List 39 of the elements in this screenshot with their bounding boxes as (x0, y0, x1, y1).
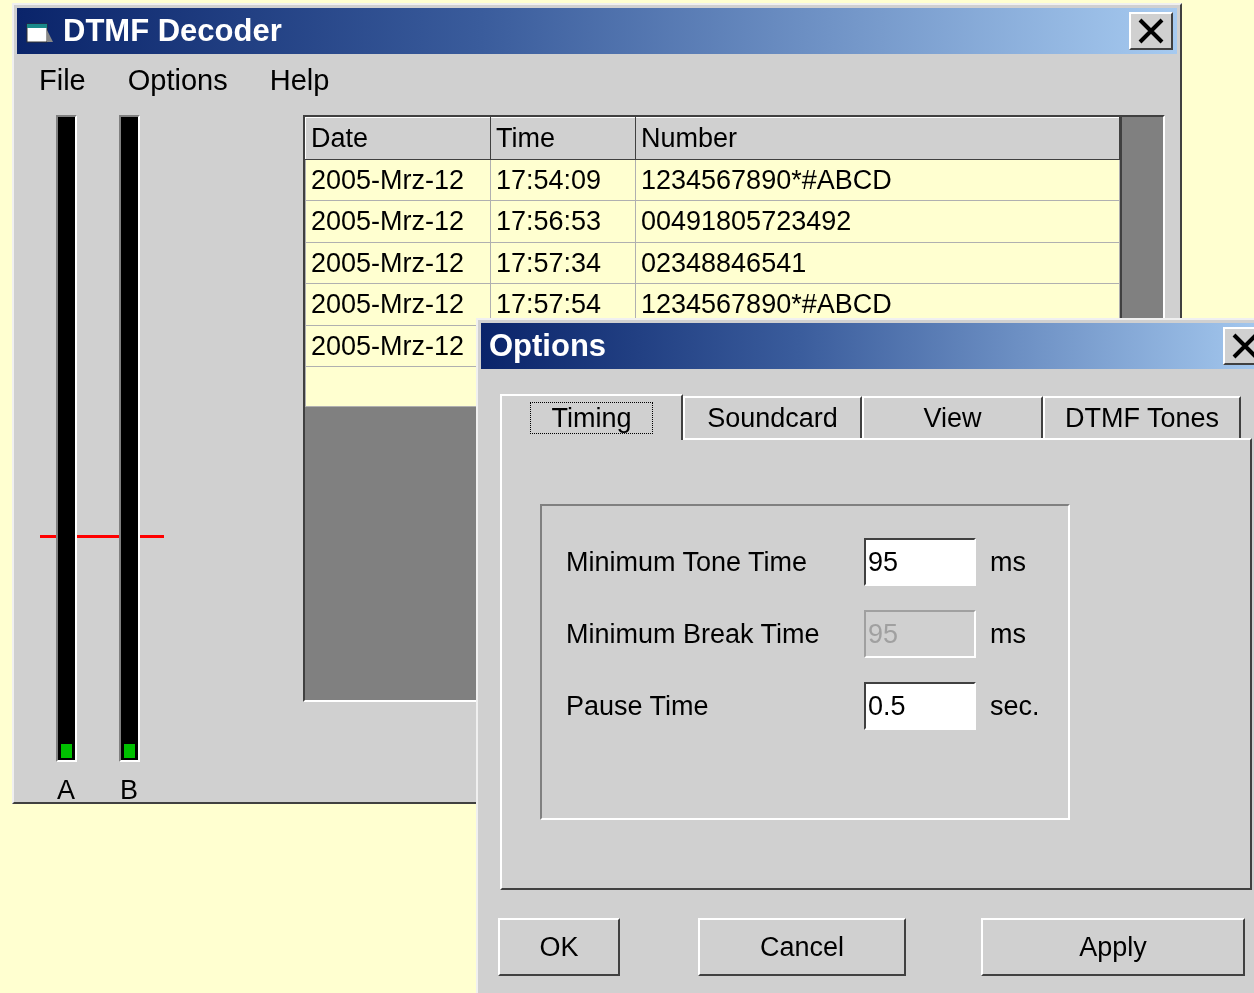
unit-label: ms (990, 545, 1026, 579)
meter-label: B (120, 774, 138, 807)
menu-item[interactable]: Help (269, 59, 330, 101)
table-cell: 1234567890*#ABCD (635, 159, 1120, 201)
table-cell: 02348846541 (635, 242, 1120, 284)
table-cell: 2005-Mrz-12 (305, 242, 491, 284)
tab[interactable]: View (862, 396, 1043, 438)
column-header[interactable]: Time (490, 117, 636, 159)
tab[interactable]: Timing (500, 394, 683, 440)
dialog-title: Options (489, 326, 607, 365)
table-cell: 17:56:53 (490, 200, 636, 242)
unit-label: sec. (990, 689, 1040, 723)
table-cell: 00491805723492 (635, 200, 1120, 242)
close-icon (1138, 18, 1164, 44)
dialog-button[interactable]: OK (498, 918, 620, 976)
meter-label: A (57, 774, 75, 807)
table-cell: 17:54:09 (490, 159, 636, 201)
field-label: Minimum Tone Time (566, 545, 809, 579)
table-cell: 2005-Mrz-12 (305, 200, 491, 242)
column-header[interactable]: Number (635, 117, 1120, 159)
field-label: Minimum Break Time (566, 617, 821, 651)
dialog-button[interactable]: Apply (981, 918, 1245, 976)
table-cell: 2005-Mrz-12 (305, 159, 491, 201)
dialog-button[interactable]: Cancel (698, 918, 906, 976)
tab[interactable]: Soundcard (683, 396, 862, 438)
table-cell: 2005-Mrz-12 (305, 283, 491, 325)
close-button[interactable] (1223, 327, 1254, 365)
unit-label: ms (990, 617, 1026, 651)
close-button[interactable] (1129, 12, 1173, 50)
tab[interactable]: DTMF Tones (1043, 396, 1241, 438)
input-field[interactable]: 95 (864, 538, 976, 586)
menu-item[interactable]: File (39, 59, 86, 101)
field-label: Pause Time (566, 689, 710, 723)
close-icon (1232, 333, 1254, 359)
column-header[interactable]: Date (305, 117, 491, 159)
menu-item[interactable]: Options (127, 59, 228, 101)
window-title: DTMF Decoder (63, 11, 282, 50)
input-field[interactable]: 0.5 (864, 682, 976, 730)
table-cell: 17:57:34 (490, 242, 636, 284)
